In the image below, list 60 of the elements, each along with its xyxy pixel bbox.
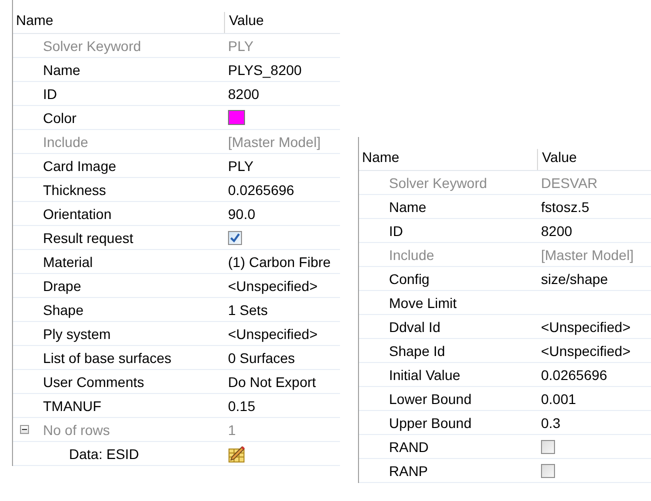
- checkbox[interactable]: [228, 230, 242, 244]
- property-value[interactable]: <Unspecified>: [228, 326, 318, 342]
- property-name: Result request: [43, 230, 134, 246]
- property-name: Config: [389, 270, 430, 286]
- property-name: Ply system: [43, 326, 111, 342]
- property-value[interactable]: 0.15: [228, 398, 256, 414]
- property-name: TMANUF: [43, 398, 102, 414]
- property-value[interactable]: Do Not Export: [228, 374, 316, 390]
- checkbox[interactable]: [541, 464, 555, 478]
- property-value[interactable]: 0 Surfaces: [228, 350, 295, 366]
- property-name: No of rows: [43, 422, 110, 438]
- property-value[interactable]: 8200: [228, 86, 260, 102]
- property-name: RANP: [389, 462, 428, 478]
- column-header[interactable]: Name: [13, 12, 224, 33]
- property-value[interactable]: <Unspecified>: [228, 278, 318, 294]
- property-name: User Comments: [43, 374, 144, 390]
- property-name: Color: [43, 110, 76, 126]
- property-name: Ddval Id: [389, 318, 440, 334]
- property-value[interactable]: 0.001: [541, 390, 576, 406]
- property-name: Orientation: [43, 206, 112, 222]
- property-value[interactable]: PLY: [228, 158, 254, 174]
- property-name: Include: [389, 246, 434, 262]
- property-value[interactable]: 90.0: [228, 206, 256, 222]
- color-swatch[interactable]: [228, 110, 245, 125]
- property-name: Drape: [43, 278, 82, 294]
- checkbox[interactable]: [541, 440, 555, 454]
- property-value[interactable]: fstosz.5: [541, 198, 590, 214]
- table-pencil-icon[interactable]: [228, 444, 246, 462]
- property-name: Name: [43, 62, 80, 78]
- property-name: Solver Keyword: [43, 38, 142, 54]
- property-value[interactable]: 0.3: [541, 414, 560, 430]
- column-header[interactable]: Value: [224, 12, 340, 33]
- property-name: Data: ESID: [69, 446, 140, 462]
- property-name: ID: [43, 86, 57, 102]
- property-name: Card Image: [43, 158, 116, 174]
- property-name: RAND: [389, 438, 429, 454]
- property-value[interactable]: PLYS_8200: [228, 62, 302, 78]
- property-name: Initial Value: [389, 366, 460, 382]
- property-value[interactable]: <Unspecified>: [541, 342, 631, 358]
- property-value[interactable]: 0.0265696: [541, 366, 608, 382]
- property-name: Move Limit: [389, 294, 457, 310]
- property-value[interactable]: 0.0265696: [228, 182, 294, 198]
- property-name: Solver Keyword: [389, 174, 488, 190]
- property-name: Thickness: [43, 182, 106, 198]
- property-name: Shape Id: [389, 342, 446, 358]
- property-name: Upper Bound: [389, 414, 472, 430]
- property-name: Shape: [43, 302, 84, 318]
- property-name: Material: [43, 254, 93, 270]
- property-value[interactable]: 8200: [541, 222, 572, 238]
- column-header[interactable]: Name: [359, 149, 537, 170]
- property-name: Name: [389, 198, 426, 214]
- column-header[interactable]: Value: [537, 149, 651, 170]
- property-name: List of base surfaces: [43, 350, 172, 366]
- property-value[interactable]: 1 Sets: [228, 302, 268, 318]
- property-name: Include: [43, 134, 88, 150]
- property-value[interactable]: <Unspecified>: [541, 318, 631, 334]
- property-value[interactable]: (1) Carbon Fibre: [228, 254, 331, 270]
- property-name: Lower Bound: [389, 390, 472, 406]
- property-value[interactable]: size/shape: [541, 270, 608, 286]
- property-name: ID: [389, 222, 403, 238]
